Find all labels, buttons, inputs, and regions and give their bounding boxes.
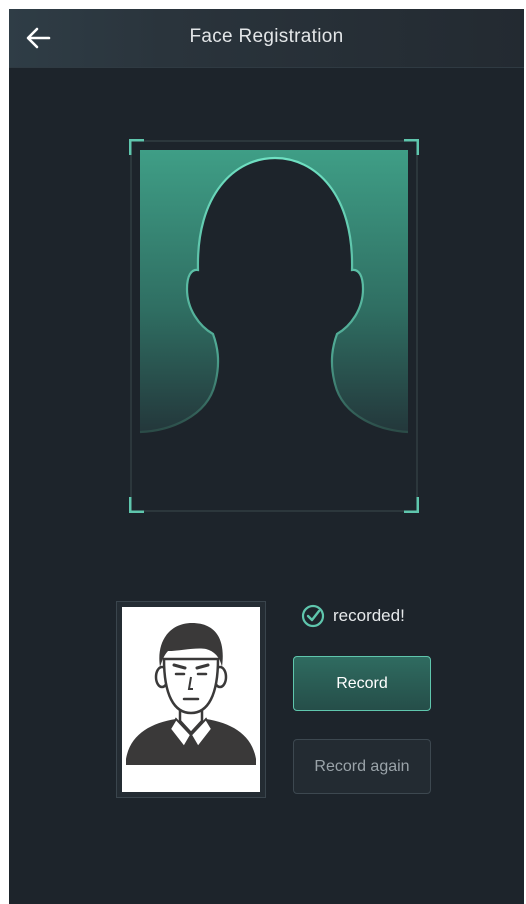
check-circle-icon — [301, 604, 325, 628]
status-text: recorded! — [333, 606, 405, 625]
record-status: recorded! — [301, 603, 405, 629]
person-avatar-icon — [126, 623, 256, 765]
face-capture-frame — [129, 139, 419, 513]
face-registration-screen: Face Registration recorded! Record Recor… — [9, 9, 524, 904]
face-photo-thumbnail — [116, 601, 266, 798]
record-button[interactable]: Record — [293, 656, 431, 711]
record-again-button[interactable]: Record again — [293, 739, 431, 794]
header-bar: Face Registration — [9, 9, 524, 68]
page-title: Face Registration — [189, 26, 344, 47]
